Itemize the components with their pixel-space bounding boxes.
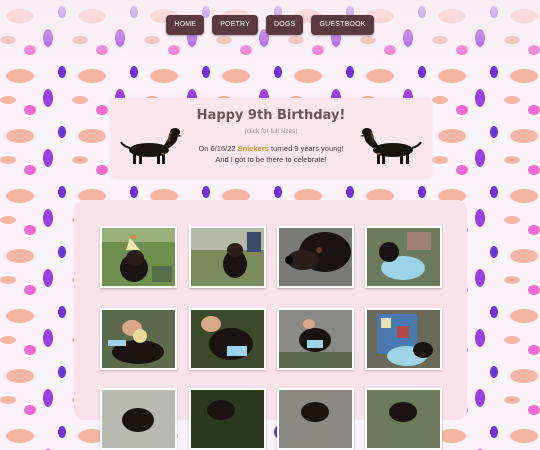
dog-photo-icon xyxy=(191,390,264,448)
photo-thumbnail[interactable] xyxy=(100,226,177,288)
dog-photo-icon xyxy=(367,390,440,448)
dog-hands-photo-icon xyxy=(102,310,175,368)
dog-blue-shirt-photo-icon xyxy=(367,228,440,286)
dog-photo-icon xyxy=(102,390,175,448)
dog-closeup-photo-icon xyxy=(279,228,352,286)
photo-thumbnail[interactable] xyxy=(100,308,177,370)
message-prefix: On 6/16/22 xyxy=(198,144,238,153)
dachshund-icon xyxy=(360,128,422,164)
nav-poetry-button[interactable]: POETRY xyxy=(212,15,259,35)
nav-home-button[interactable]: HOME xyxy=(166,15,205,35)
dog-petting-photo-icon xyxy=(191,310,264,368)
nav-dogs-button[interactable]: DOGS xyxy=(266,15,304,35)
nav-guestbook-button[interactable]: GUESTBOOK xyxy=(311,15,374,35)
photo-thumbnail[interactable] xyxy=(365,388,442,450)
photo-thumbnail[interactable] xyxy=(365,226,442,288)
dog-party-hat-photo-icon xyxy=(102,228,175,286)
dog-photo-icon xyxy=(279,390,352,448)
photo-thumbnail[interactable] xyxy=(277,388,354,450)
photo-thumbnail[interactable] xyxy=(189,308,266,370)
page-background xyxy=(0,0,540,70)
photo-thumbnail[interactable] xyxy=(277,226,354,288)
message-suffix: turned 9 years young! xyxy=(268,144,344,153)
photo-thumbnail[interactable] xyxy=(277,308,354,370)
photo-thumbnail[interactable] xyxy=(189,388,266,450)
person-with-dog-photo-icon xyxy=(367,310,440,368)
dog-on-grass-photo-icon xyxy=(191,228,264,286)
photo-thumbnail[interactable] xyxy=(189,226,266,288)
photo-thumbnail[interactable] xyxy=(365,308,442,370)
snickers-link[interactable]: Snickers xyxy=(238,144,269,153)
dog-pavement-photo-icon xyxy=(279,310,352,368)
photo-gallery xyxy=(74,200,467,450)
main-nav: HOME POETRY DOGS GUESTBOOK xyxy=(0,15,540,35)
birthday-header-card: Happy 9th Birthday! (click for full size… xyxy=(111,98,431,178)
photo-thumbnail[interactable] xyxy=(100,388,177,450)
